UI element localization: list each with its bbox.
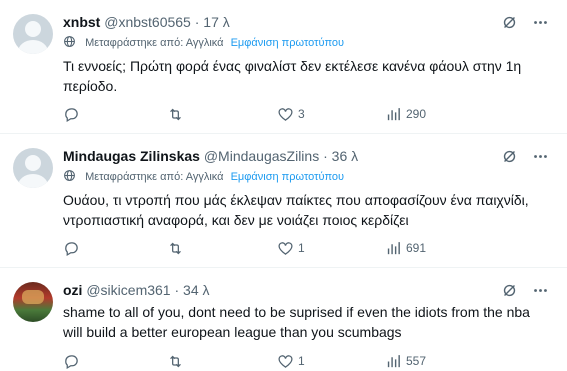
tweet-header: xnbst @xnbst60565 · 17 λ	[63, 12, 230, 32]
display-name[interactable]: xnbst	[63, 14, 100, 30]
reply-button[interactable]	[63, 238, 84, 258]
reply-button[interactable]	[63, 104, 84, 124]
show-original-link[interactable]: Εμφάνιση πρωτοτύπου	[231, 37, 344, 49]
reply-bubble-icon	[65, 107, 78, 122]
retweet-arrows-icon	[170, 242, 181, 254]
grok-slash-icon[interactable]	[501, 14, 518, 31]
tweet[interactable]: Mindaugas Zilinskas @MindaugasZilins · 3…	[0, 134, 567, 268]
heart-icon	[278, 107, 293, 121]
tweet-actions: 1 691	[63, 238, 533, 258]
tweet-header: ozi @sikicem361 · 34 λ	[63, 280, 210, 300]
tweet[interactable]: ozi @sikicem361 · 34 λ shame to all of y…	[0, 268, 567, 369]
more-dots-icon[interactable]	[532, 14, 549, 31]
retweet-arrows-icon	[170, 108, 181, 120]
display-name[interactable]: Mindaugas Zilinskas	[63, 148, 200, 164]
like-count: 1	[298, 241, 305, 255]
reply-bubble-icon	[65, 354, 78, 369]
bar-chart-icon	[387, 354, 400, 367]
tweet-top-actions	[501, 148, 549, 165]
view-count: 557	[406, 354, 427, 368]
separator-dot: ·	[323, 148, 328, 164]
like-button[interactable]: 1	[277, 351, 305, 371]
like-button[interactable]: 1	[277, 238, 305, 258]
user-handle[interactable]: @MindaugasZilins	[204, 148, 319, 164]
retweet-arrows-icon	[170, 355, 181, 367]
separator-dot: ·	[194, 14, 200, 30]
tweet-top-actions	[501, 282, 549, 299]
timestamp[interactable]: 34 λ	[183, 282, 209, 298]
user-handle[interactable]: @xnbst60565	[104, 14, 191, 30]
separator-dot: ·	[174, 282, 180, 298]
tweet-top-actions	[501, 14, 549, 31]
tweet-header: Mindaugas Zilinskas @MindaugasZilins · 3…	[63, 146, 358, 166]
more-dots-icon[interactable]	[532, 148, 549, 165]
show-original-link[interactable]: Εμφάνιση πρωτοτύπου	[231, 171, 344, 183]
avatar[interactable]	[13, 14, 53, 54]
like-count: 1	[298, 354, 305, 368]
tweet-actions: 3 290	[63, 104, 533, 124]
views-button[interactable]: 557	[385, 351, 426, 371]
user-handle[interactable]: @sikicem361	[86, 282, 170, 298]
retweet-button[interactable]	[167, 104, 188, 124]
translation-note: Μεταφράστηκε από: Αγγλικά Εμφάνιση πρωτο…	[63, 169, 344, 185]
heart-icon	[278, 241, 293, 255]
translation-note: Μεταφράστηκε από: Αγγλικά Εμφάνιση πρωτο…	[63, 35, 344, 51]
view-count: 290	[406, 107, 427, 121]
tweet-text: Ουάου, τι ντροπή που μάς έκλεψαν παίκτες…	[63, 192, 529, 228]
avatar[interactable]	[13, 148, 53, 188]
reply-button[interactable]	[63, 351, 84, 371]
globe-icon	[64, 36, 75, 47]
tweet-text: shame to all of you, dont need to be sup…	[63, 304, 530, 340]
reply-bubble-icon	[65, 241, 78, 256]
translated-label: Μεταφράστηκε από: Αγγλικά	[85, 37, 224, 49]
translated-label: Μεταφράστηκε από: Αγγλικά	[85, 171, 224, 183]
tweet-text: Τι εννοείς; Πρώτη φορά ένας φιναλίστ δεν…	[63, 58, 522, 94]
tweet-actions: 1 557	[63, 351, 533, 371]
like-count: 3	[298, 107, 305, 121]
display-name[interactable]: ozi	[63, 282, 82, 298]
like-button[interactable]: 3	[277, 104, 305, 124]
avatar[interactable]	[13, 282, 53, 322]
retweet-button[interactable]	[167, 238, 188, 258]
bar-chart-icon	[387, 241, 400, 254]
grok-slash-icon[interactable]	[501, 148, 518, 165]
bar-chart-icon	[387, 107, 400, 120]
grok-slash-icon[interactable]	[501, 282, 518, 299]
views-button[interactable]: 691	[385, 238, 426, 258]
tweet[interactable]: xnbst @xnbst60565 · 17 λ Μεταφράστηκε απ…	[0, 0, 567, 134]
views-button[interactable]: 290	[385, 104, 426, 124]
more-dots-icon[interactable]	[532, 282, 549, 299]
retweet-button[interactable]	[167, 351, 188, 371]
heart-icon	[278, 354, 293, 368]
timestamp[interactable]: 36 λ	[332, 148, 358, 164]
globe-icon	[64, 170, 75, 181]
timestamp[interactable]: 17 λ	[203, 14, 229, 30]
view-count: 691	[406, 241, 427, 255]
